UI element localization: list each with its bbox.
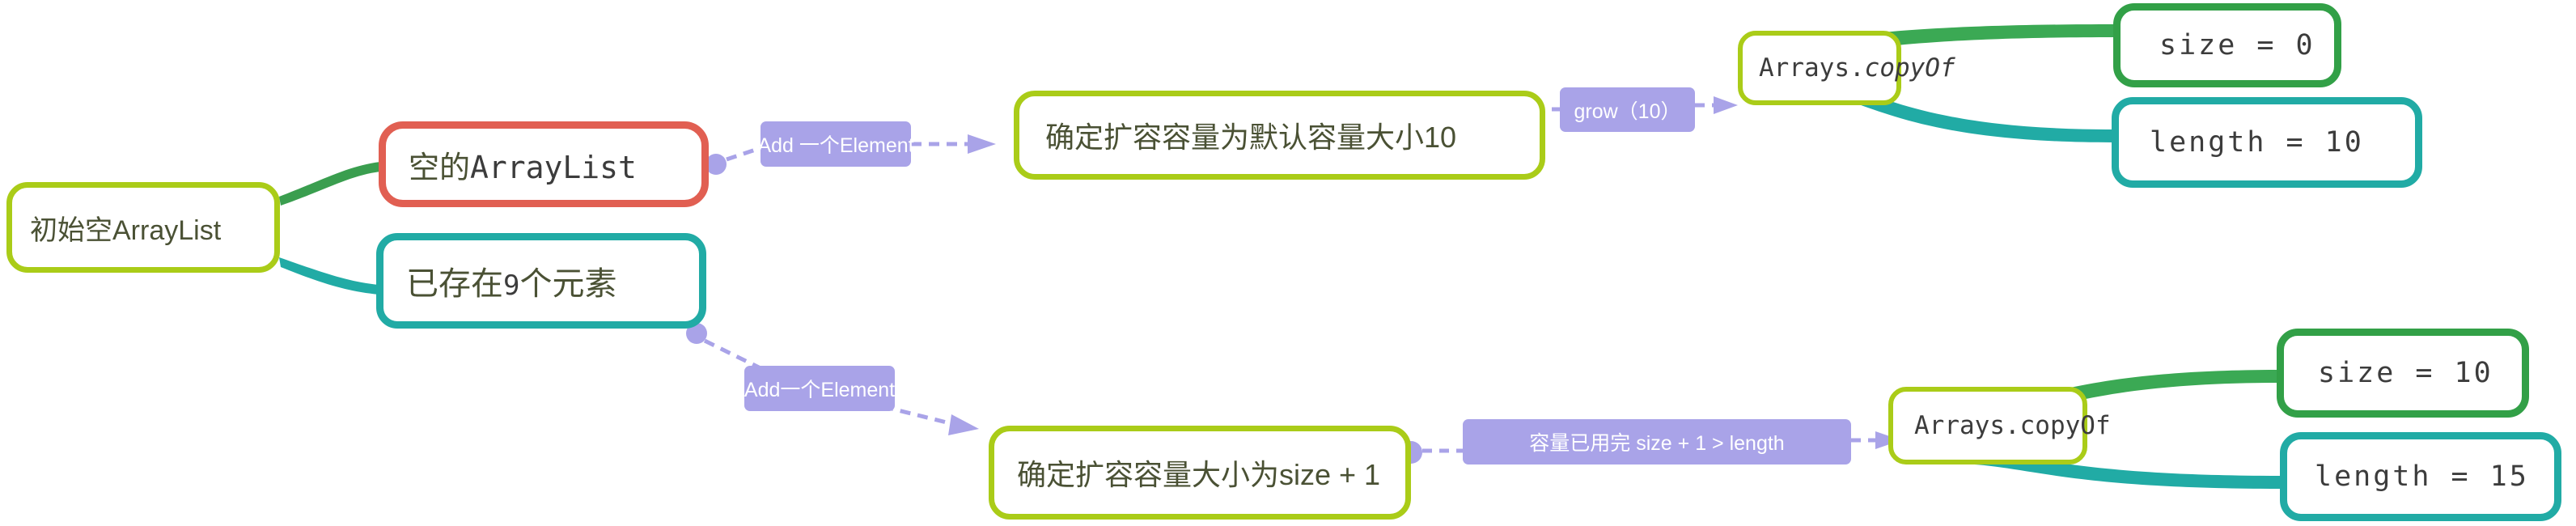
- edge-dash-top-1: [726, 146, 761, 162]
- node-grow-default-capacity[interactable]: 确定扩容容量为默认容量大小10: [1014, 91, 1545, 180]
- node-nine-elements[interactable]: 已存在9个元素: [376, 233, 706, 329]
- edge-label-capacity-full-text: 容量已用完 size + 1 > length: [1529, 432, 1785, 455]
- node-grow-size-plus-one[interactable]: 确定扩容容量大小为size + 1: [989, 426, 1411, 520]
- node-root[interactable]: 初始空ArrayList: [6, 182, 280, 273]
- node-arrays-copyof-bottom-label: Arrays.copyOf: [1914, 411, 2111, 440]
- edge-root-to-empty: [279, 162, 380, 206]
- edge-label-add-element-bottom[interactable]: Add一个Element: [744, 366, 895, 411]
- edge-label-add-element-top[interactable]: Add 一个Element: [757, 121, 914, 167]
- edge-arrow-bottom-1: [948, 414, 979, 435]
- node-empty-arraylist[interactable]: 空的ArrayList: [379, 121, 709, 207]
- node-length-bottom-label: length = 15: [2315, 460, 2529, 493]
- edge-dash-bottom-1: [703, 338, 762, 371]
- node-grow-size-plus-one-label: 确定扩容容量大小为size + 1: [1017, 458, 1381, 491]
- node-root-label: 初始空ArrayList: [30, 214, 222, 246]
- node-length-top[interactable]: length = 10: [2112, 97, 2422, 188]
- edge-label-capacity-full[interactable]: 容量已用完 size + 1 > length: [1463, 419, 1851, 464]
- node-size-top[interactable]: size = 0: [2113, 3, 2341, 87]
- edge-arrow-top-1: [968, 134, 996, 154]
- node-size-bottom[interactable]: size = 10: [2277, 329, 2529, 418]
- edge-label-grow-10[interactable]: grow（10）: [1560, 87, 1695, 132]
- node-size-top-label: size = 0: [2159, 29, 2315, 62]
- edge-root-to-nine: [279, 257, 379, 295]
- mindmap-canvas: 初始空ArrayList 空的ArrayList 已存在9个元素 确定扩容容量为…: [0, 0, 2576, 526]
- node-arrays-copyof-top-real[interactable]: Arrays.copyOf: [1738, 31, 1955, 105]
- node-arrays-copyof-bottom[interactable]: Arrays.copyOf: [1888, 387, 2111, 464]
- node-grow-default-capacity-label: 确定扩容容量为默认容量大小10: [1045, 121, 1457, 154]
- edge-label-add-element-bottom-text: Add一个Element: [744, 379, 896, 401]
- node-empty-arraylist-label: 空的ArrayList: [409, 149, 637, 185]
- edge-label-grow-10-text: grow（10）: [1574, 100, 1681, 123]
- edge-arrow-top-2: [1714, 96, 1738, 114]
- node-length-top-label: length = 10: [2150, 126, 2364, 159]
- node-arrays-copyof-top-label: Arrays.copyOf: [1759, 53, 1955, 83]
- edge-label-add-element-top-text: Add 一个Element: [757, 134, 914, 157]
- node-size-bottom-label: size = 10: [2318, 357, 2493, 389]
- node-length-bottom[interactable]: length = 15: [2280, 432, 2561, 521]
- node-nine-elements-label: 已存在9个元素: [406, 266, 617, 302]
